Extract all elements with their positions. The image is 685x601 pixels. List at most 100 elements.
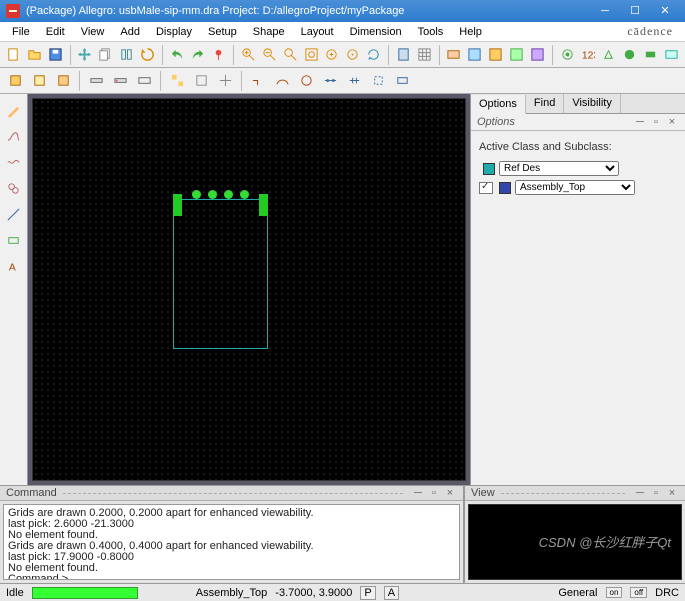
zoom-out-button[interactable] <box>260 44 279 66</box>
new-button[interactable] <box>4 44 23 66</box>
mirror-icon[interactable] <box>117 44 136 66</box>
svg-text:123: 123 <box>582 50 595 61</box>
tool-h-icon[interactable] <box>599 44 618 66</box>
left-toolbar: A <box>0 94 28 485</box>
t2-n-icon[interactable] <box>343 70 365 92</box>
t2-a-icon[interactable] <box>4 70 26 92</box>
class-select[interactable]: Ref Des <box>499 161 619 176</box>
t2-l-icon[interactable] <box>295 70 317 92</box>
cmd-close-icon[interactable]: × <box>443 488 457 498</box>
panel-min-icon[interactable]: ─ <box>633 117 647 127</box>
command-log[interactable]: Grids are drawn 0.2000, 0.2000 apart for… <box>3 504 460 580</box>
close-button[interactable]: ✕ <box>651 2 679 20</box>
subclass-color-chip[interactable] <box>499 182 511 194</box>
pin-2 <box>208 190 217 199</box>
zoom-fit-button[interactable] <box>281 44 300 66</box>
menu-view[interactable]: View <box>73 26 113 38</box>
status-sw2[interactable]: off <box>630 587 647 598</box>
tool-k-icon[interactable] <box>662 44 681 66</box>
panel-float-icon[interactable]: ▫ <box>649 117 663 127</box>
copy-button[interactable] <box>96 44 115 66</box>
move-icon[interactable] <box>75 44 94 66</box>
tool-j-icon[interactable] <box>641 44 660 66</box>
t2-m-icon[interactable] <box>319 70 341 92</box>
t2-c-icon[interactable] <box>52 70 74 92</box>
canvas-area <box>28 94 470 485</box>
rotate-icon[interactable] <box>138 44 157 66</box>
zoom-in-button[interactable] <box>239 44 258 66</box>
lt-wave-icon[interactable] <box>4 152 24 172</box>
t2-f-icon[interactable] <box>133 70 155 92</box>
tool-f-icon[interactable] <box>558 44 577 66</box>
t2-d-icon[interactable] <box>85 70 107 92</box>
pin-icon[interactable] <box>209 44 228 66</box>
redraw-icon[interactable] <box>364 44 383 66</box>
lt-line-icon[interactable] <box>4 204 24 224</box>
subclass-select[interactable]: Assembly_Top <box>515 180 635 195</box>
status-a-button[interactable]: A <box>384 586 399 600</box>
status-sw1[interactable]: on <box>606 587 623 598</box>
t2-e-icon[interactable] <box>109 70 131 92</box>
zoom-center-icon[interactable] <box>343 44 362 66</box>
grid-icon[interactable] <box>415 44 434 66</box>
lt-via-icon[interactable] <box>4 178 24 198</box>
t2-h-icon[interactable] <box>190 70 212 92</box>
tab-find[interactable]: Find <box>526 94 564 113</box>
tool-c-icon[interactable] <box>486 44 505 66</box>
status-p-button[interactable]: P <box>360 586 375 600</box>
save-button[interactable] <box>46 44 65 66</box>
zoom-window-button[interactable] <box>302 44 321 66</box>
menu-add[interactable]: Add <box>112 26 148 38</box>
menu-tools[interactable]: Tools <box>410 26 452 38</box>
t2-p-icon[interactable] <box>391 70 413 92</box>
t2-o-icon[interactable] <box>367 70 389 92</box>
tool-g-icon[interactable]: 123 <box>579 44 598 66</box>
t2-g-icon[interactable] <box>166 70 188 92</box>
t2-k-icon[interactable] <box>271 70 293 92</box>
pad-left <box>173 194 182 216</box>
cmd-min-icon[interactable]: ─ <box>411 488 425 498</box>
undo-button[interactable] <box>168 44 187 66</box>
menu-shape[interactable]: Shape <box>245 26 293 38</box>
lt-text-icon[interactable]: A <box>4 256 24 276</box>
tool-i-icon[interactable] <box>620 44 639 66</box>
lt-wire-icon[interactable] <box>4 126 24 146</box>
t2-b-icon[interactable] <box>28 70 50 92</box>
menu-file[interactable]: File <box>4 26 38 38</box>
design-canvas[interactable] <box>32 98 466 481</box>
redo-button[interactable] <box>189 44 208 66</box>
open-button[interactable] <box>25 44 44 66</box>
report-icon[interactable] <box>394 44 413 66</box>
lt-rect-icon[interactable] <box>4 230 24 250</box>
t2-j-icon[interactable] <box>247 70 269 92</box>
status-state: Idle <box>6 587 24 599</box>
tab-options[interactable]: Options <box>471 95 526 114</box>
lt-move-icon[interactable] <box>4 100 24 120</box>
menu-display[interactable]: Display <box>148 26 200 38</box>
menu-dimension[interactable]: Dimension <box>342 26 410 38</box>
zoom-prev-button[interactable] <box>323 44 342 66</box>
menu-setup[interactable]: Setup <box>200 26 245 38</box>
tool-d-icon[interactable] <box>507 44 526 66</box>
t2-i-icon[interactable] <box>214 70 236 92</box>
panel-close-icon[interactable]: × <box>665 117 679 127</box>
maximize-button[interactable]: ☐ <box>621 2 649 20</box>
tool-e-icon[interactable] <box>528 44 547 66</box>
view-min-icon[interactable]: ─ <box>633 488 647 498</box>
view-close-icon[interactable]: × <box>665 488 679 498</box>
overview-canvas[interactable] <box>468 504 682 580</box>
menu-help[interactable]: Help <box>451 26 490 38</box>
cmd-float-icon[interactable]: ▫ <box>427 488 441 498</box>
tool-a-icon[interactable] <box>445 44 464 66</box>
tool-b-icon[interactable] <box>465 44 484 66</box>
class-color-chip[interactable] <box>483 163 495 175</box>
progress-bar <box>32 587 138 599</box>
minimize-button[interactable]: ─ <box>591 2 619 20</box>
view-float-icon[interactable]: ▫ <box>649 488 663 498</box>
toolbar-2 <box>0 68 685 94</box>
subclass-checkbox[interactable] <box>479 182 493 194</box>
log-line: Command > <box>8 574 455 580</box>
menu-edit[interactable]: Edit <box>38 26 73 38</box>
tab-visibility[interactable]: Visibility <box>564 94 621 113</box>
menu-layout[interactable]: Layout <box>293 26 342 38</box>
